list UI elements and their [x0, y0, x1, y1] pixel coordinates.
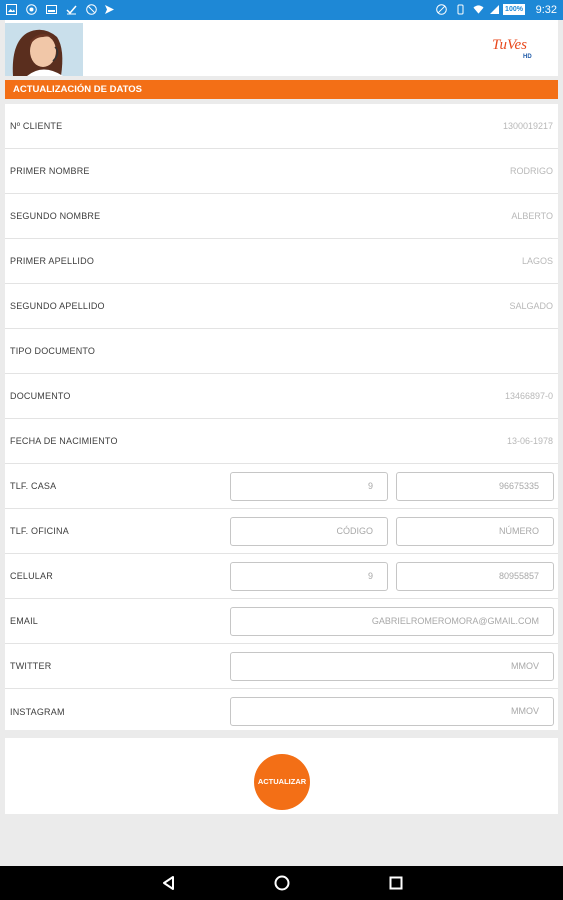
- battery-icon: 100%: [503, 4, 525, 15]
- field-label: DOCUMENTO: [10, 391, 71, 401]
- blocked-icon: [86, 4, 97, 15]
- field-row-segundo-nombre: SEGUNDO NOMBRE ALBERTO: [5, 194, 558, 239]
- field-label: SEGUNDO APELLIDO: [10, 301, 105, 311]
- action-card: ACTUALIZAR: [5, 738, 558, 814]
- recents-icon[interactable]: [387, 874, 405, 892]
- field-value: 13466897-0: [504, 391, 553, 401]
- globe-icon: [26, 4, 37, 15]
- profile-form: Nº CLIENTE 1300019217 PRIMER NOMBRE RODR…: [5, 104, 558, 730]
- field-value: SALGADO: [509, 301, 553, 311]
- field-label: TIPO DOCUMENTO: [10, 346, 96, 356]
- field-row-email: EMAIL GABRIELROMEROMORA@GMAIL.COM: [5, 599, 558, 644]
- celular-code-input[interactable]: 9: [230, 562, 388, 591]
- field-row-fecha-nacimiento: FECHA DE NACIMIENTO 13-06-1978: [5, 419, 558, 464]
- signal-icon: [489, 4, 500, 15]
- wifi-icon: [473, 4, 484, 15]
- send-icon: [104, 4, 115, 15]
- field-row-tlf-oficina: TLF. OFICINA CÓDIGO NÚMERO: [5, 509, 558, 554]
- field-row-celular: CELULAR 9 80955857: [5, 554, 558, 599]
- field-row-tipo-documento: TIPO DOCUMENTO: [5, 329, 558, 374]
- clock: 9:32: [535, 4, 557, 16]
- field-value: RODRIGO: [509, 166, 553, 176]
- field-value: ALBERTO: [511, 211, 553, 221]
- svg-text:TuVes: TuVes: [492, 37, 527, 53]
- field-label: PRIMER NOMBRE: [10, 166, 90, 176]
- field-label: Nº CLIENTE: [10, 121, 63, 131]
- tlf-casa-code-input[interactable]: 9: [230, 472, 388, 501]
- tlf-oficina-code-input[interactable]: CÓDIGO: [230, 517, 388, 546]
- field-value: 13-06-1978: [506, 436, 553, 446]
- field-label: CELULAR: [10, 571, 53, 581]
- status-bar: 100% 9:32: [0, 0, 563, 20]
- support-agent-photo: [5, 23, 83, 76]
- field-label: TWITTER: [10, 661, 52, 671]
- field-label: TLF. CASA: [10, 481, 57, 491]
- system-nav-bar: [0, 866, 563, 900]
- field-row-documento: DOCUMENTO 13466897-0: [5, 374, 558, 419]
- field-label: INSTAGRAM: [10, 706, 65, 717]
- back-icon[interactable]: [160, 874, 178, 892]
- instagram-input[interactable]: MMOV: [230, 697, 554, 726]
- app-header: TuVes HD: [5, 20, 558, 76]
- tlf-oficina-number-input[interactable]: NÚMERO: [396, 517, 554, 546]
- field-row-primer-apellido: PRIMER APELLIDO LAGOS: [5, 239, 558, 284]
- twitter-input[interactable]: MMOV: [230, 652, 554, 681]
- tlf-casa-number-input[interactable]: 96675335: [396, 472, 554, 501]
- field-label: PRIMER APELLIDO: [10, 256, 95, 266]
- celular-number-input[interactable]: 80955857: [396, 562, 554, 591]
- image-icon: [6, 4, 17, 15]
- field-row-cliente: Nº CLIENTE 1300019217: [5, 104, 558, 149]
- email-input[interactable]: GABRIELROMEROMORA@GMAIL.COM: [230, 607, 554, 636]
- home-icon[interactable]: [273, 874, 291, 892]
- field-row-instagram: INSTAGRAM MMOV: [5, 689, 558, 734]
- field-row-twitter: TWITTER MMOV: [5, 644, 558, 689]
- actualizar-button[interactable]: ACTUALIZAR: [254, 754, 310, 810]
- dnd-icon: [436, 4, 447, 15]
- field-value: LAGOS: [521, 256, 553, 266]
- field-label: SEGUNDO NOMBRE: [10, 211, 101, 221]
- field-row-tlf-casa: TLF. CASA 9 96675335: [5, 464, 558, 509]
- svg-text:HD: HD: [523, 54, 532, 60]
- section-banner: ACTUALIZACIÓN DE DATOS: [5, 80, 558, 99]
- field-label: TLF. OFICINA: [10, 526, 69, 536]
- vibrate-icon: [455, 4, 466, 15]
- field-label: FECHA DE NACIMIENTO: [10, 436, 118, 446]
- field-row-segundo-apellido: SEGUNDO APELLIDO SALGADO: [5, 284, 558, 329]
- field-row-primer-nombre: PRIMER NOMBRE RODRIGO: [5, 149, 558, 194]
- photo-icon: [46, 4, 57, 15]
- field-value: 1300019217: [502, 121, 553, 131]
- tuves-logo: TuVes HD: [492, 32, 536, 60]
- download-icon: [66, 4, 77, 15]
- field-label: EMAIL: [10, 616, 39, 626]
